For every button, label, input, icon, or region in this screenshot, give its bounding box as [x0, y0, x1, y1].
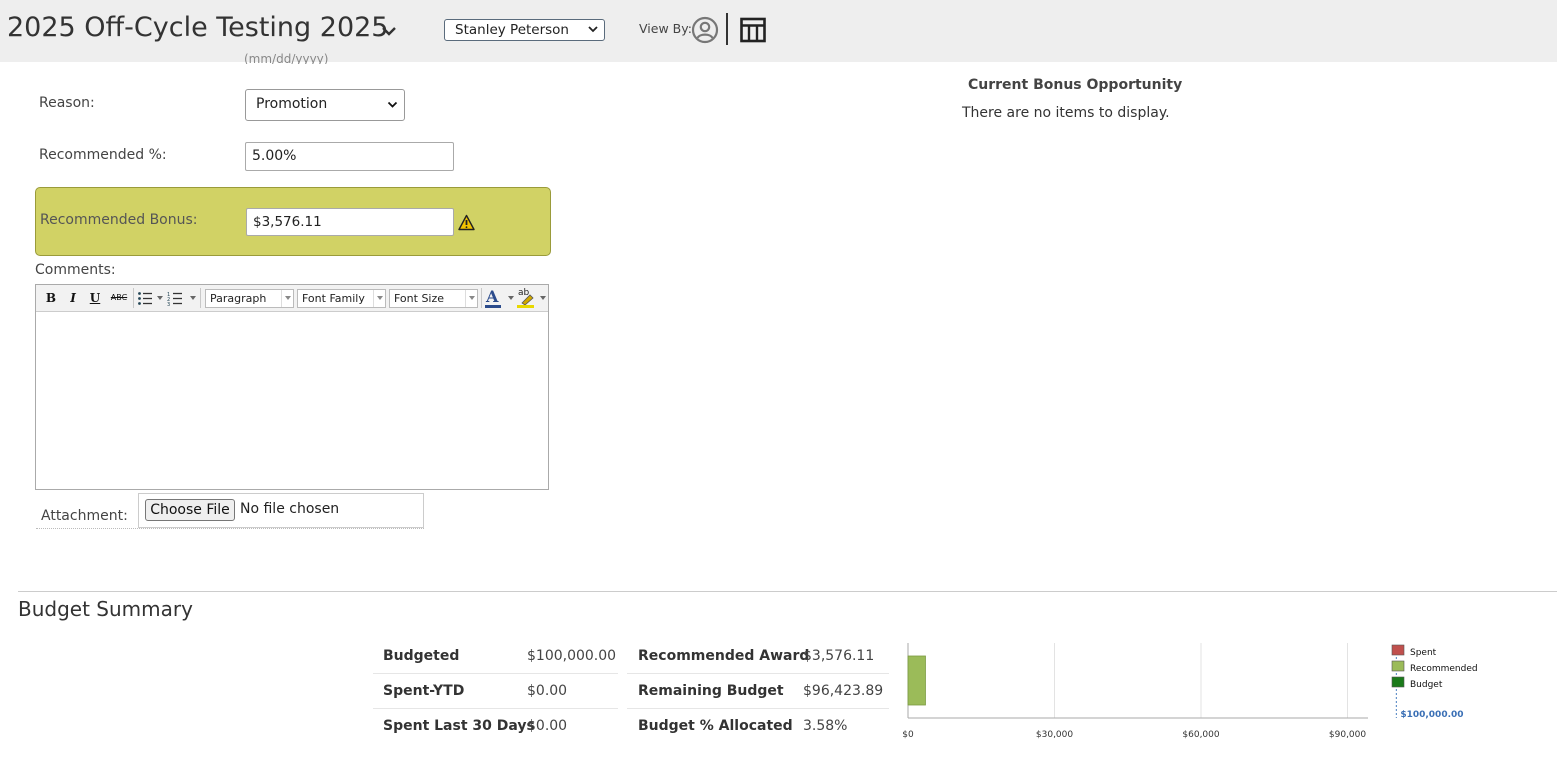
chevron-down-icon[interactable]: [508, 296, 514, 300]
legend-label-recommended: Recommended: [1410, 664, 1478, 674]
chevron-down-icon: [469, 296, 475, 300]
dropdown-arrow: [465, 290, 477, 307]
bold-button[interactable]: B: [43, 289, 59, 307]
dropdown-arrow: [281, 290, 293, 307]
highlight-color-swatch: [517, 305, 534, 308]
bullet-list-icon[interactable]: [137, 291, 153, 306]
paragraph-format-value: Paragraph: [210, 292, 267, 305]
recommended-bonus-label: Recommended Bonus:: [40, 212, 198, 228]
budgeted-value: $100,000.00: [527, 648, 617, 664]
recommended-pct-input[interactable]: 5.00%: [245, 142, 454, 171]
chevron-down-icon[interactable]: [380, 24, 398, 38]
page-header: 2025 Off-Cycle Testing 2025 Stanley Pete…: [0, 0, 1557, 62]
toolbar-separator: [133, 288, 134, 308]
budget-pct-allocated-value: 3.58%: [803, 718, 848, 734]
reason-select[interactable]: Promotion: [245, 89, 405, 121]
date-format-hint: (mm/dd/yyyy): [244, 52, 329, 64]
divider: [726, 13, 728, 45]
employee-select-value: Stanley Peterson: [455, 22, 569, 38]
row-divider: [627, 708, 889, 709]
x-tick-label: $30,000: [1036, 730, 1073, 740]
divider: [36, 528, 424, 529]
remaining-budget-label: Remaining Budget: [638, 683, 784, 699]
chevron-down-icon: [387, 101, 398, 108]
dropdown-arrow: [373, 290, 385, 307]
recommended-bar: [907, 655, 926, 706]
reason-label: Reason:: [39, 95, 95, 111]
budget-summary-title: Budget Summary: [18, 597, 193, 621]
legend-label-budget: Budget: [1410, 680, 1443, 690]
toolbar-separator: [481, 288, 482, 308]
font-size-dropdown[interactable]: Font Size: [389, 289, 478, 308]
empty-state-text: There are no items to display.: [962, 105, 1170, 121]
spent-last-30-days-label: Spent Last 30 Days: [383, 718, 535, 734]
legend-swatch-budget: [1391, 676, 1405, 688]
font-color-icon: A: [486, 287, 499, 306]
chevron-down-icon[interactable]: [190, 296, 196, 300]
chevron-down-icon: [377, 296, 383, 300]
choose-file-button[interactable]: Choose File: [145, 499, 235, 521]
x-tick-label: $90,000: [1329, 730, 1366, 740]
budget-marker-label: $100,000.00: [1400, 710, 1463, 720]
remaining-budget-value: $96,423.89: [803, 683, 884, 699]
font-family-dropdown[interactable]: Font Family: [297, 289, 386, 308]
budget-pct-allocated-label: Budget % Allocated: [638, 718, 793, 734]
recommended-award-value: $3,576.11: [803, 648, 875, 664]
chevron-down-icon[interactable]: [540, 296, 546, 300]
x-tick-label: $0: [902, 730, 914, 740]
chevron-down-icon: [285, 296, 291, 300]
legend-swatch-spent: [1391, 644, 1405, 656]
employee-select[interactable]: Stanley Peterson: [444, 19, 605, 41]
legend-swatch-recommended: [1391, 660, 1405, 672]
row-divider: [373, 673, 618, 674]
comments-textarea[interactable]: [36, 313, 548, 489]
font-color-swatch: [485, 305, 501, 308]
svg-text:3: 3: [167, 302, 170, 306]
marker-icon: [521, 294, 534, 305]
legend-label-spent: Spent: [1410, 648, 1437, 658]
warning-icon[interactable]: [458, 214, 475, 231]
current-bonus-opportunity-title: Current Bonus Opportunity: [968, 77, 1183, 93]
font-family-value: Font Family: [302, 292, 365, 305]
recommended-pct-label: Recommended %:: [39, 147, 167, 163]
row-divider: [627, 673, 889, 674]
spent-ytd-value: $0.00: [527, 683, 568, 699]
highlight-color-button[interactable]: ab: [517, 288, 534, 308]
chevron-down-icon: [588, 26, 598, 33]
x-tick-label: $60,000: [1182, 730, 1219, 740]
view-by-label: View By:: [639, 21, 692, 36]
page-title: 2025 Off-Cycle Testing 2025: [7, 12, 389, 43]
underline-button[interactable]: U: [87, 289, 103, 307]
divider: [18, 591, 1557, 592]
spent-ytd-label: Spent-YTD: [383, 683, 465, 699]
chevron-down-icon[interactable]: [157, 296, 163, 300]
table-view-icon[interactable]: [739, 16, 767, 44]
comments-label: Comments:: [35, 262, 116, 278]
font-color-button[interactable]: A: [485, 288, 501, 308]
budgeted-label: Budgeted: [383, 648, 460, 664]
font-size-value: Font Size: [394, 292, 445, 305]
comments-editor: B I U ABC 1 2 3 Paragraph Font Family Fo…: [35, 284, 549, 490]
person-icon[interactable]: [691, 16, 719, 44]
row-divider: [373, 708, 618, 709]
toolbar-separator: [200, 288, 201, 308]
no-file-text: No file chosen: [240, 501, 340, 517]
paragraph-format-dropdown[interactable]: Paragraph: [205, 289, 294, 308]
italic-button[interactable]: I: [65, 289, 81, 307]
attachment-label: Attachment:: [41, 508, 128, 524]
editor-toolbar: B I U ABC 1 2 3 Paragraph Font Family Fo…: [36, 285, 548, 312]
budget-bar-chart: $0 $30,000 $60,000 $90,000 $100,000.00 Spent R…: [902, 643, 1478, 740]
reason-select-value: Promotion: [256, 96, 328, 112]
recommended-award-label: Recommended Award: [638, 648, 810, 664]
strikethrough-button[interactable]: ABC: [108, 289, 130, 307]
numbered-list-icon[interactable]: 1 2 3: [167, 291, 183, 306]
recommended-bonus-input[interactable]: $3,576.11: [246, 208, 454, 236]
spent-last-30-days-value: $0.00: [527, 718, 568, 734]
